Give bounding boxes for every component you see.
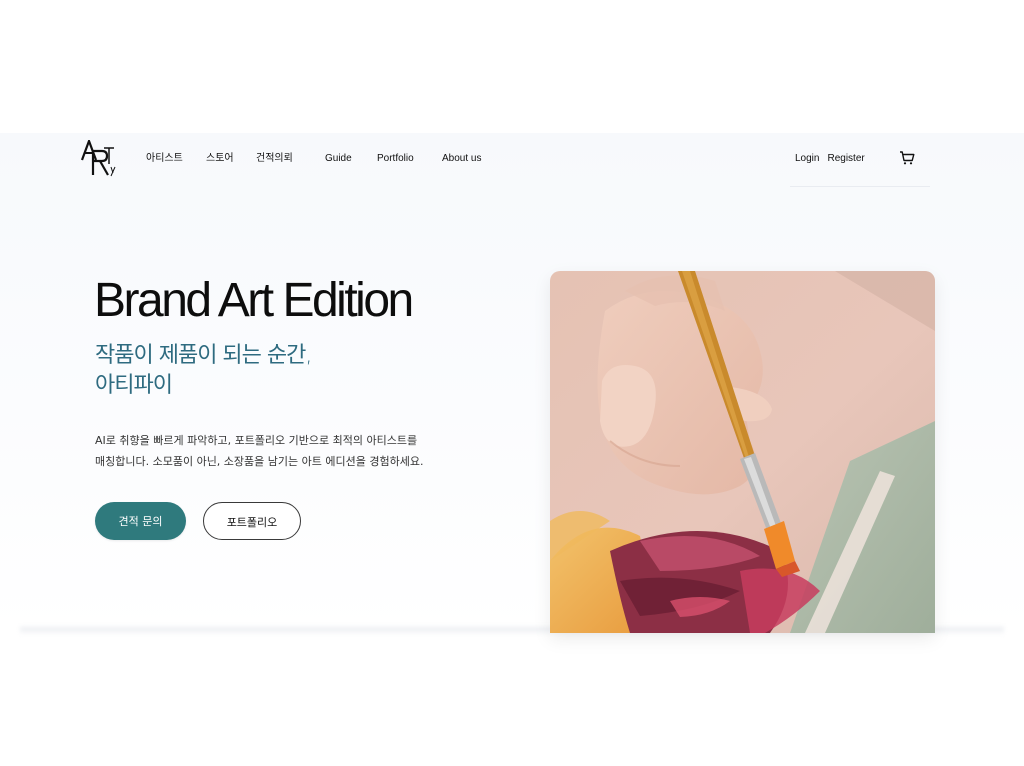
- portfolio-button[interactable]: 포트폴리오: [203, 502, 301, 540]
- nav-item-guide[interactable]: Guide: [325, 152, 377, 166]
- hero-subtitle-line-1: 작품이 제품이 되는 순간,: [95, 343, 312, 368]
- quote-inquiry-button[interactable]: 견적 문의: [95, 502, 186, 540]
- hero-subtitle-line-2: 아티파이: [95, 373, 173, 398]
- hero-description-line-1: AI로 취향을 빠르게 파악하고, 포트폴리오 기반으로 최적의 아티스트를: [95, 434, 418, 447]
- hero-description-line-2: 매칭합니다. 소모품이 아닌, 소장품을 남기는 아트 에디션을 경험하세요.: [95, 455, 424, 468]
- hero-subtitle: 작품이 제품이 되는 순간, 아티파이: [95, 341, 395, 401]
- register-link[interactable]: Register: [827, 152, 864, 166]
- login-link[interactable]: Login: [795, 152, 819, 166]
- nav-item-artists[interactable]: 아티스트: [146, 152, 206, 166]
- artify-logo-icon: [80, 137, 116, 177]
- nav-item-store[interactable]: 스토어: [206, 152, 256, 166]
- hero-title: Brand Art Edition: [94, 274, 414, 327]
- main-nav: 아티스트 스토어 건적의뢰 Guide Portfolio About us: [146, 152, 492, 166]
- auth-links: Login Register: [795, 152, 865, 166]
- painting-hand-illustration: [550, 271, 935, 633]
- nav-item-portfolio[interactable]: Portfolio: [377, 152, 442, 166]
- cart-icon[interactable]: [899, 150, 915, 166]
- header-divider: [790, 186, 930, 187]
- nav-item-quote-request[interactable]: 건적의뢰: [256, 152, 325, 166]
- nav-item-about-us[interactable]: About us: [442, 152, 492, 166]
- brand-logo[interactable]: [80, 137, 118, 178]
- hero-image: [550, 271, 935, 633]
- hero-description: AI로 취향을 빠르게 파악하고, 포트폴리오 기반으로 최적의 아티스트를 매…: [95, 430, 465, 472]
